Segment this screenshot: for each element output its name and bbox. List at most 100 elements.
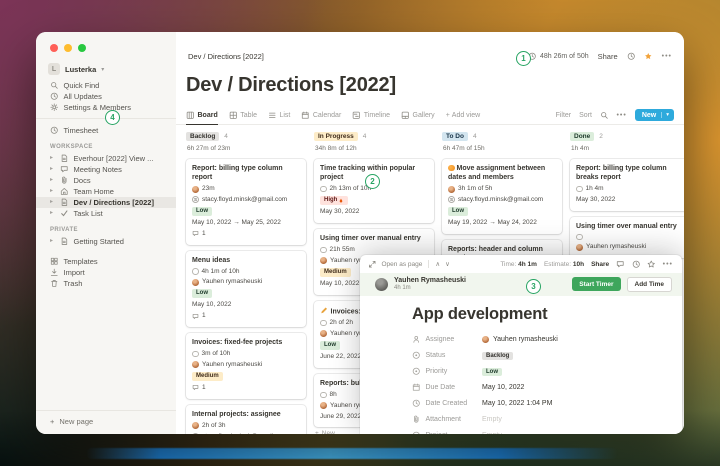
open-as-page-button[interactable]: Open as page bbox=[382, 261, 423, 268]
property-row-assignee[interactable]: AssigneeYauhen rymasheuski bbox=[412, 332, 666, 348]
task-card[interactable]: Invoices: fixed-fee projects3m of 10hYau… bbox=[186, 333, 306, 399]
card-property-row: Sstacy.floyd.minsk@gmail.com bbox=[448, 196, 556, 204]
chevron-down-icon[interactable]: ▾ bbox=[661, 112, 669, 118]
property-row-attachment[interactable]: AttachmentEmpty bbox=[412, 412, 666, 428]
modal-more-icon[interactable]: ••• bbox=[663, 261, 673, 268]
task-card[interactable]: Using timer over manual entryYauhen ryma… bbox=[570, 217, 684, 258]
annotation-circle-2: 2 bbox=[365, 174, 380, 189]
task-title[interactable]: App development bbox=[412, 305, 666, 324]
more-options-icon[interactable]: ••• bbox=[662, 53, 672, 60]
task-card[interactable]: Report: billing type column breaks repor… bbox=[570, 159, 684, 211]
property-row-date-created[interactable]: Date CreatedMay 10, 2022 1:04 PM bbox=[412, 396, 666, 412]
time-tracked[interactable]: Time: 4h 1m bbox=[500, 261, 537, 268]
star-outline-icon[interactable] bbox=[647, 260, 656, 269]
close-window-button[interactable] bbox=[50, 44, 58, 52]
add-time-button[interactable]: Add Time bbox=[627, 277, 673, 292]
share-button[interactable]: Share bbox=[598, 52, 618, 61]
tab-table[interactable]: Table bbox=[229, 106, 257, 124]
property-row-status[interactable]: StatusBacklog bbox=[412, 348, 666, 364]
property-row-due-date[interactable]: Due DateMay 10, 2022 bbox=[412, 380, 666, 396]
property-value[interactable]: May 10, 2022 1:04 PM bbox=[482, 400, 552, 407]
expand-triangle-icon[interactable]: ▸ bbox=[50, 238, 55, 246]
filter-button[interactable]: Filter bbox=[556, 112, 572, 119]
comment-count: 1 bbox=[202, 384, 206, 392]
sidebar-item-all-updates[interactable]: All Updates bbox=[36, 91, 176, 102]
estimate[interactable]: Estimate: 10h bbox=[544, 261, 584, 268]
expand-triangle-icon[interactable]: ▸ bbox=[50, 155, 55, 163]
tracked-time: 21h 55m bbox=[330, 246, 355, 254]
new-item-button[interactable]: New ▾ bbox=[635, 109, 674, 121]
sidebar-item-task-list[interactable]: ▸ Task List bbox=[36, 208, 176, 219]
task-card[interactable]: Report: billing type column report23mSst… bbox=[186, 159, 306, 245]
updates-clock-icon[interactable] bbox=[632, 260, 641, 269]
property-value[interactable]: May 10, 2022 bbox=[482, 384, 524, 391]
property-value[interactable]: Empty bbox=[482, 416, 502, 423]
property-value[interactable]: Empty bbox=[482, 432, 502, 434]
comments-icon[interactable] bbox=[616, 260, 625, 269]
sidebar-item-team-home[interactable]: ▸Team Home bbox=[36, 186, 176, 197]
task-card[interactable]: Time tracking within popular project2h 1… bbox=[314, 159, 434, 223]
sort-button[interactable]: Sort bbox=[579, 112, 592, 119]
sidebar-item-everhour-2022-view[interactable]: ▸Everhour [2022] View ... bbox=[36, 153, 176, 164]
priority-badge: Medium bbox=[192, 372, 223, 381]
modal-share-button[interactable]: Share bbox=[591, 261, 609, 268]
card-property-row: May 19, 2022 → May 24, 2022 bbox=[448, 219, 556, 227]
date-range: May 10, 2022 bbox=[192, 301, 231, 309]
sidebar-item-meeting-notes[interactable]: ▸Meeting Notes bbox=[36, 164, 176, 175]
priority-badge: High bbox=[320, 196, 348, 205]
expand-triangle-icon[interactable]: ▸ bbox=[50, 210, 55, 218]
date-range: June 22, 2022 bbox=[320, 353, 361, 361]
zoom-window-button[interactable] bbox=[78, 44, 86, 52]
time-total-label: 48h 26m of 50h bbox=[540, 53, 589, 60]
expand-icon[interactable] bbox=[368, 260, 377, 269]
sidebar-item-settings-members[interactable]: Settings & Members bbox=[36, 102, 176, 113]
property-value[interactable]: Backlog bbox=[482, 352, 513, 360]
sidebar-item-import[interactable]: Import bbox=[36, 267, 176, 278]
expand-triangle-icon[interactable]: ▸ bbox=[50, 166, 55, 174]
expand-triangle-icon[interactable]: ▸ bbox=[50, 188, 55, 196]
property-row-priority[interactable]: PriorityLow bbox=[412, 364, 666, 380]
tab-list[interactable]: List bbox=[268, 106, 290, 124]
assignee-name: Yauhen rymasheuski bbox=[493, 336, 558, 343]
sidebar-item-timesheet[interactable]: Timesheet bbox=[36, 125, 176, 136]
workspace-switcher[interactable]: L Lusterka ▾ bbox=[36, 60, 176, 80]
property-value[interactable]: Yauhen rymasheuski bbox=[482, 336, 558, 343]
property-row-project[interactable]: ProjectEmpty bbox=[412, 428, 666, 435]
sidebar-item-templates[interactable]: Templates bbox=[36, 256, 176, 267]
tracked-time: 3h 1m of 5h bbox=[458, 185, 492, 193]
sidebar-item-docs[interactable]: ▸Docs bbox=[36, 175, 176, 186]
breadcrumb[interactable]: Dev / Directions [2022] bbox=[188, 52, 264, 61]
start-timer-button[interactable]: Start Timer bbox=[572, 277, 620, 291]
favorite-star-icon[interactable] bbox=[644, 52, 653, 61]
column-card-count: 4 bbox=[224, 133, 228, 140]
task-card[interactable]: Menu ideas4h 1m of 10hYauhen rymasheuski… bbox=[186, 251, 306, 327]
minimize-window-button[interactable] bbox=[64, 44, 72, 52]
workspace-name: Lusterka bbox=[65, 65, 96, 74]
everhour-time-badge[interactable]: 48h 26m of 50h bbox=[528, 52, 588, 61]
tab-calendar[interactable]: Calendar bbox=[301, 106, 341, 124]
task-card[interactable]: Move assignment between dates and member… bbox=[442, 159, 562, 234]
tab-timeline[interactable]: Timeline bbox=[352, 106, 390, 124]
priority-badge: Medium bbox=[320, 268, 351, 277]
prev-record-icon[interactable]: ∧ bbox=[435, 260, 440, 268]
expand-triangle-icon[interactable]: ▸ bbox=[50, 199, 55, 207]
task-card[interactable]: Internal projects: assignee2h of 3hSstac… bbox=[186, 405, 306, 434]
new-page-button[interactable]: + New page bbox=[36, 410, 176, 434]
add-view-button[interactable]: + Add view bbox=[446, 112, 481, 119]
search-icon[interactable] bbox=[600, 111, 609, 120]
avatar bbox=[320, 330, 327, 337]
sidebar-item-trash[interactable]: Trash bbox=[36, 278, 176, 289]
sidebar-item-getting-started[interactable]: ▸Getting Started bbox=[36, 236, 176, 247]
expand-triangle-icon[interactable]: ▸ bbox=[50, 177, 55, 185]
task-card-title: Menu ideas bbox=[192, 256, 300, 265]
tab-board[interactable]: Board bbox=[186, 106, 218, 124]
toolbar-more-icon[interactable]: ••• bbox=[616, 112, 626, 119]
updates-clock-icon[interactable] bbox=[627, 52, 636, 61]
tracked-time: 2h of 3h bbox=[202, 422, 226, 430]
sidebar-item-dev-directions-2022[interactable]: ▸Dev / Directions [2022] bbox=[36, 197, 176, 208]
next-record-icon[interactable]: ∨ bbox=[445, 260, 450, 268]
sidebar-item-quick-find[interactable]: Quick Find bbox=[36, 80, 176, 91]
sidebar-item-label: Task List bbox=[74, 209, 103, 219]
tab-gallery[interactable]: Gallery bbox=[401, 106, 435, 124]
property-value[interactable]: Low bbox=[482, 368, 502, 376]
